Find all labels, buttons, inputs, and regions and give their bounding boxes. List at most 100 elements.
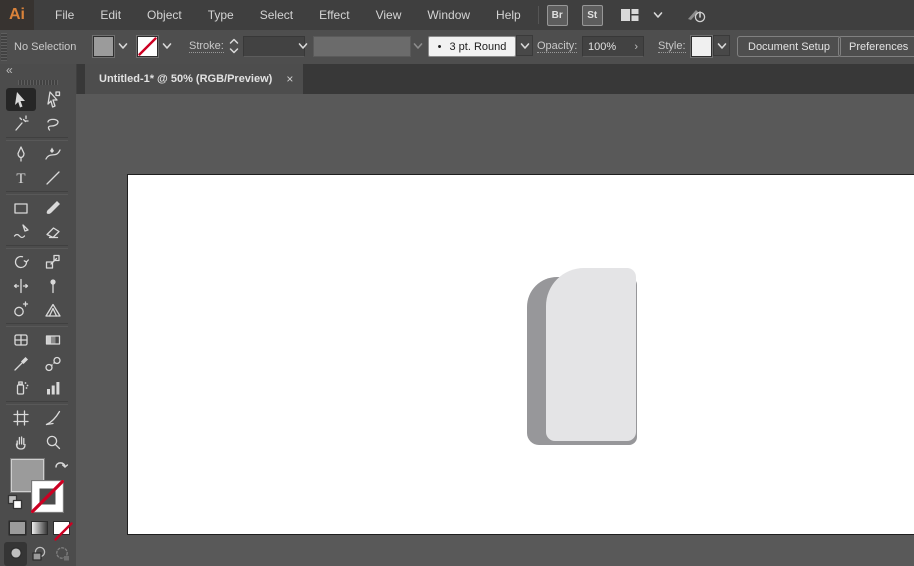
zoom-tool[interactable] bbox=[38, 430, 68, 453]
tools-panel-grip[interactable] bbox=[18, 80, 58, 85]
tool-row bbox=[5, 250, 71, 273]
none-button[interactable] bbox=[52, 520, 73, 541]
fill-color-swatch[interactable] bbox=[93, 36, 114, 57]
menu-bar: Ai File Edit Object Type Select Effect View Win… bbox=[0, 0, 914, 30]
stroke-weight-label[interactable]: Stroke: bbox=[189, 40, 224, 53]
symbol-sprayer-tool[interactable] bbox=[6, 376, 36, 399]
style-swatch[interactable] bbox=[691, 36, 712, 57]
brush-chevron-down-icon[interactable] bbox=[516, 35, 533, 56]
width-tool[interactable] bbox=[6, 274, 36, 297]
curvature-tool[interactable] bbox=[38, 142, 68, 165]
perspective-grid-tool[interactable] bbox=[38, 298, 68, 321]
column-graph-tool[interactable] bbox=[38, 376, 68, 399]
workspace-switcher-icon[interactable] bbox=[619, 6, 641, 24]
tool-row bbox=[5, 88, 71, 111]
tool-row bbox=[5, 220, 71, 243]
stock-icon[interactable]: St bbox=[581, 4, 603, 26]
shape-front-layer[interactable] bbox=[546, 268, 636, 441]
bridge-icon[interactable]: Br bbox=[546, 4, 568, 26]
document-tab[interactable]: Untitled-1* @ 50% (RGB/Preview) × bbox=[85, 64, 304, 94]
pen-tool[interactable] bbox=[6, 142, 36, 165]
tool-group-separator bbox=[6, 245, 68, 249]
magic-wand-tool[interactable] bbox=[6, 112, 36, 135]
opacity-label[interactable]: Opacity: bbox=[537, 40, 578, 53]
tool-row bbox=[5, 274, 71, 297]
draw-inside-button[interactable] bbox=[50, 542, 73, 566]
menu-separator bbox=[537, 6, 539, 24]
stroke-weight-chevron-down-icon[interactable] bbox=[295, 35, 310, 56]
tab-close-icon[interactable]: × bbox=[286, 72, 293, 86]
width-profile-chevron-down-icon bbox=[410, 35, 425, 56]
document-tab-title: Untitled-1* @ 50% (RGB/Preview) bbox=[99, 73, 273, 85]
panel-grip[interactable] bbox=[1, 33, 7, 61]
tool-group-separator bbox=[6, 401, 68, 405]
collapse-panel-icon[interactable]: « bbox=[6, 63, 13, 77]
swap-fill-stroke-icon[interactable] bbox=[52, 457, 70, 478]
eraser-tool[interactable] bbox=[38, 220, 68, 243]
gradient-button[interactable] bbox=[30, 520, 49, 536]
menu-item-window[interactable]: Window bbox=[414, 0, 483, 30]
selection-tool[interactable] bbox=[6, 88, 36, 111]
direct-selection-tool[interactable] bbox=[38, 88, 68, 111]
preferences-button[interactable]: Preferences bbox=[838, 36, 914, 57]
tool-row bbox=[5, 352, 71, 375]
tool-group-separator bbox=[6, 137, 68, 141]
stroke-chevron-down-icon[interactable] bbox=[159, 35, 174, 56]
menu-item-help[interactable]: Help bbox=[483, 0, 534, 30]
gradient-tool[interactable] bbox=[38, 328, 68, 351]
menu-item-select[interactable]: Select bbox=[247, 0, 306, 30]
tool-row bbox=[5, 142, 71, 165]
tool-group-separator bbox=[6, 323, 68, 327]
blend-tool[interactable] bbox=[38, 352, 68, 375]
scale-tool[interactable] bbox=[38, 250, 68, 273]
opacity-arrow-icon[interactable]: › bbox=[634, 41, 638, 53]
artboard[interactable] bbox=[127, 174, 914, 535]
shape-builder-tool[interactable] bbox=[6, 298, 36, 321]
tool-row bbox=[5, 196, 71, 219]
canvas-area[interactable] bbox=[76, 94, 914, 566]
type-tool[interactable]: T bbox=[6, 166, 36, 189]
rectangle-tool[interactable] bbox=[6, 196, 36, 219]
chevron-down-icon[interactable] bbox=[651, 8, 665, 22]
mesh-tool[interactable] bbox=[6, 328, 36, 351]
menu-item-file[interactable]: File bbox=[42, 0, 87, 30]
line-segment-tool[interactable] bbox=[38, 166, 68, 189]
illustrator-logo: Ai bbox=[0, 0, 34, 30]
rotate-tool[interactable] bbox=[6, 250, 36, 273]
gpu-performance-icon[interactable] bbox=[685, 4, 709, 26]
eyedropper-tool[interactable] bbox=[6, 352, 36, 375]
draw-behind-button[interactable] bbox=[27, 542, 50, 566]
stroke-proxy-swatch[interactable] bbox=[30, 479, 65, 514]
paintbrush-tool[interactable] bbox=[38, 196, 68, 219]
menu-item-type[interactable]: Type bbox=[195, 0, 247, 30]
menu-item-effect[interactable]: Effect bbox=[306, 0, 362, 30]
color-button[interactable] bbox=[8, 520, 27, 536]
lasso-tool[interactable] bbox=[38, 112, 68, 135]
tool-row bbox=[5, 376, 71, 399]
menu-item-edit[interactable]: Edit bbox=[87, 0, 134, 30]
slice-tool[interactable] bbox=[38, 406, 68, 429]
tools-panel: « T bbox=[0, 63, 77, 566]
artboard-tool[interactable] bbox=[6, 406, 36, 429]
style-chevron-down-icon[interactable] bbox=[713, 35, 730, 56]
hand-tool[interactable] bbox=[6, 430, 36, 453]
brush-definition-select[interactable]: • 3 pt. Round bbox=[428, 36, 516, 57]
stroke-weight-stepper[interactable] bbox=[228, 35, 240, 62]
control-bar: No Selection Stroke: • 3 pt. Round Opaci… bbox=[0, 30, 914, 65]
document-setup-button[interactable]: Document Setup bbox=[737, 36, 841, 57]
menu-items: File Edit Object Type Select Effect View Window… bbox=[42, 0, 534, 30]
style-label[interactable]: Style: bbox=[658, 40, 686, 53]
menu-item-object[interactable]: Object bbox=[134, 0, 195, 30]
default-fill-stroke-icon[interactable] bbox=[7, 494, 23, 515]
tool-row bbox=[5, 112, 71, 135]
menu-item-view[interactable]: View bbox=[363, 0, 415, 30]
fill-chevron-down-icon[interactable] bbox=[115, 35, 130, 56]
stroke-color-swatch[interactable] bbox=[137, 36, 158, 57]
shaper-tool[interactable] bbox=[6, 220, 36, 243]
tool-row bbox=[5, 430, 71, 453]
draw-normal-button[interactable] bbox=[4, 542, 27, 566]
tool-row bbox=[5, 298, 71, 321]
opacity-input[interactable]: 100% › bbox=[582, 36, 644, 57]
puppet-warp-tool[interactable] bbox=[38, 274, 68, 297]
drawing-modes bbox=[4, 542, 73, 566]
